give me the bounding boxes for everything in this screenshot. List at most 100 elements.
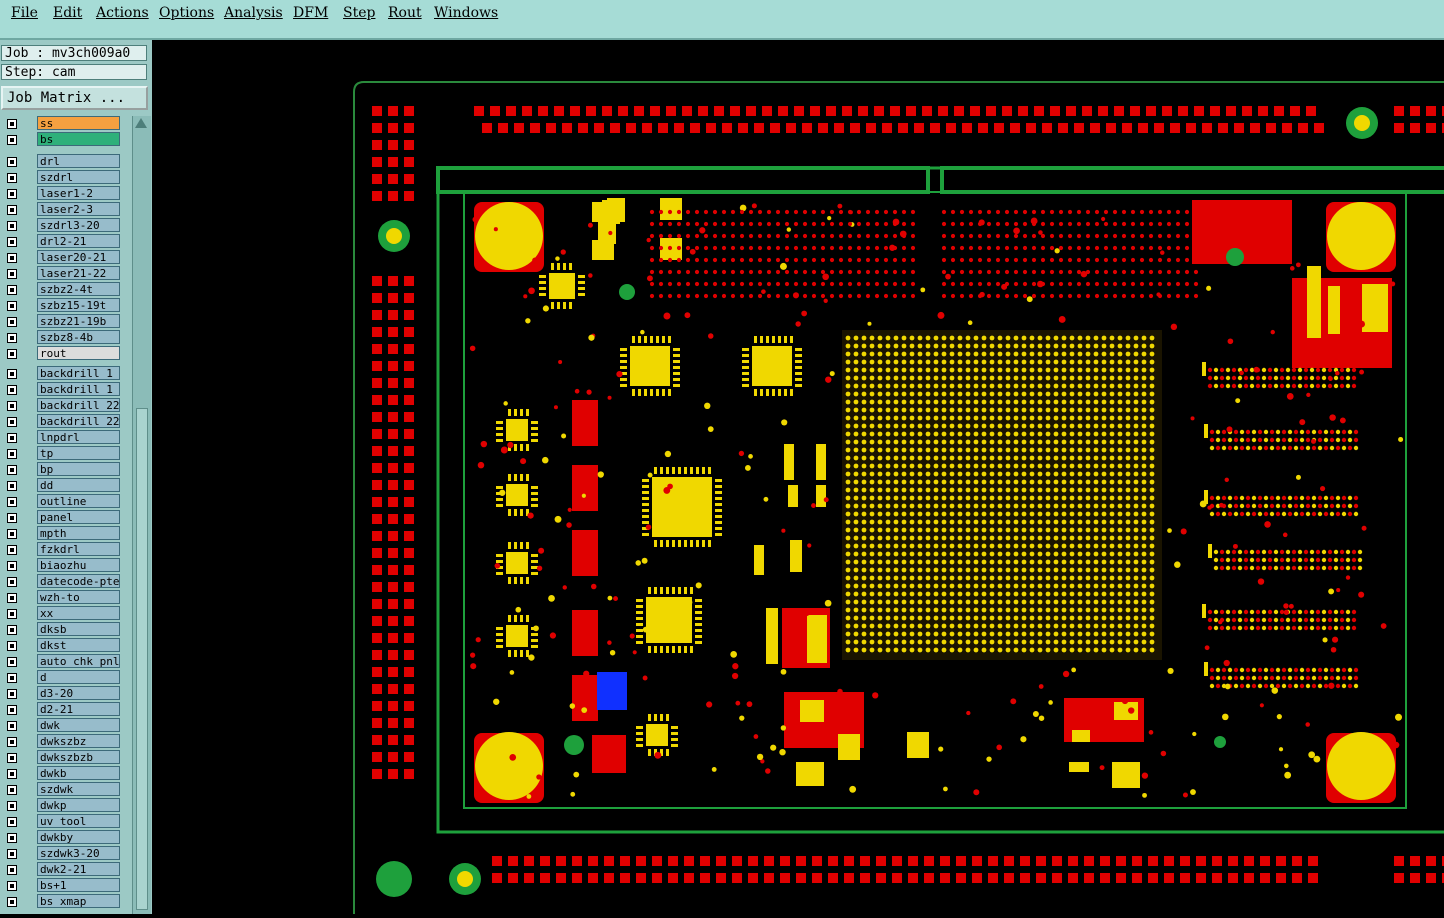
layer-name[interactable]: mpth <box>37 526 120 540</box>
layer-name[interactable]: szbz8-4b <box>37 330 120 344</box>
layer-name[interactable]: szdwk <box>37 782 120 796</box>
layer-name[interactable]: rout <box>37 346 120 360</box>
menu-dfm[interactable]: DFM <box>293 5 328 21</box>
menu-actions[interactable]: Actions <box>96 5 149 21</box>
layer-checkbox[interactable] <box>7 449 17 459</box>
layer-row[interactable]: dwkp <box>0 798 124 814</box>
layer-checkbox[interactable] <box>7 641 17 651</box>
layer-row[interactable]: outline <box>0 494 124 510</box>
layer-row[interactable]: bs+1 <box>0 878 124 894</box>
layer-row[interactable]: mpth <box>0 526 124 542</box>
layer-row[interactable]: szdwk3-20 <box>0 846 124 862</box>
layer-checkbox[interactable] <box>7 157 17 167</box>
layer-name[interactable]: backdrill_1_ <box>37 382 120 396</box>
layer-checkbox[interactable] <box>7 385 17 395</box>
layer-name[interactable]: szdrl3-20 <box>37 218 120 232</box>
layer-name[interactable]: uv_tool <box>37 814 120 828</box>
layer-row[interactable]: szbz8-4b <box>0 330 124 346</box>
layer-checkbox[interactable] <box>7 801 17 811</box>
graphics-canvas[interactable] <box>152 40 1444 914</box>
layer-checkbox[interactable] <box>7 317 17 327</box>
scroll-up-arrow-icon[interactable] <box>135 118 147 128</box>
layer-name[interactable]: laser1-2 <box>37 186 120 200</box>
layer-row[interactable]: d3-20 <box>0 686 124 702</box>
layer-checkbox[interactable] <box>7 349 17 359</box>
layer-name[interactable]: laser2-3 <box>37 202 120 216</box>
layer-row[interactable]: szdrl <box>0 170 124 186</box>
layer-row[interactable]: dwkby <box>0 830 124 846</box>
layer-row[interactable]: laser20-21 <box>0 250 124 266</box>
layer-row[interactable]: dd <box>0 478 124 494</box>
layer-name[interactable]: backdrill_22 <box>37 414 120 428</box>
layer-checkbox[interactable] <box>7 301 17 311</box>
layer-row[interactable]: szbz2-4t <box>0 282 124 298</box>
layer-row[interactable]: laser21-22 <box>0 266 124 282</box>
layer-checkbox[interactable] <box>7 721 17 731</box>
job-matrix-button[interactable]: Job Matrix ... <box>1 86 148 110</box>
layer-name[interactable]: xx <box>37 606 120 620</box>
layer-row[interactable]: uv_tool <box>0 814 124 830</box>
layer-name[interactable]: drl <box>37 154 120 168</box>
layer-name[interactable]: bs_xmap <box>37 894 120 908</box>
layer-checkbox[interactable] <box>7 173 17 183</box>
layer-row[interactable]: rout <box>0 346 124 362</box>
layer-name[interactable]: szbz15-19t <box>37 298 120 312</box>
layer-row[interactable]: szbz15-19t <box>0 298 124 314</box>
layer-checkbox[interactable] <box>7 433 17 443</box>
layer-checkbox[interactable] <box>7 625 17 635</box>
layer-name[interactable]: dwk2-21 <box>37 862 120 876</box>
layer-row[interactable]: drl <box>0 154 124 170</box>
layer-name[interactable]: dwkb <box>37 766 120 780</box>
layer-name[interactable]: dwk <box>37 718 120 732</box>
layer-checkbox[interactable] <box>7 205 17 215</box>
layer-checkbox[interactable] <box>7 189 17 199</box>
layer-row[interactable]: bp <box>0 462 124 478</box>
layer-row[interactable]: backdrill_1_ <box>0 366 124 382</box>
layer-row[interactable]: dwkszbz <box>0 734 124 750</box>
layer-name[interactable]: wzh-to <box>37 590 120 604</box>
layer-checkbox[interactable] <box>7 285 17 295</box>
layer-row[interactable]: dkst <box>0 638 124 654</box>
layer-name[interactable]: dwkby <box>37 830 120 844</box>
layer-checkbox[interactable] <box>7 817 17 827</box>
layer-name[interactable]: bs <box>37 132 120 146</box>
layer-checkbox[interactable] <box>7 333 17 343</box>
layer-name[interactable]: dkst <box>37 638 120 652</box>
layer-name[interactable]: tp <box>37 446 120 460</box>
layer-name[interactable]: ss <box>37 116 120 130</box>
menu-file[interactable]: File <box>11 5 38 21</box>
layer-row[interactable]: laser1-2 <box>0 186 124 202</box>
layer-checkbox[interactable] <box>7 769 17 779</box>
layer-row[interactable]: datecode-pte <box>0 574 124 590</box>
layer-name[interactable]: backdrill_22 <box>37 398 120 412</box>
layer-row[interactable]: auto_chk_pnl <box>0 654 124 670</box>
layer-row[interactable]: xx <box>0 606 124 622</box>
layer-list-scrollbar[interactable] <box>132 116 151 914</box>
layer-row[interactable]: szdwk <box>0 782 124 798</box>
layer-name[interactable]: backdrill_1_ <box>37 366 120 380</box>
layer-row[interactable]: szdrl3-20 <box>0 218 124 234</box>
pcb-board-view[interactable] <box>152 40 1444 914</box>
layer-name[interactable]: fzkdrl <box>37 542 120 556</box>
layer-checkbox[interactable] <box>7 689 17 699</box>
layer-row[interactable]: szbz21-19b <box>0 314 124 330</box>
layer-row[interactable]: dwkszbzb <box>0 750 124 766</box>
layer-checkbox[interactable] <box>7 673 17 683</box>
layer-name[interactable]: biaozhu <box>37 558 120 572</box>
layer-checkbox[interactable] <box>7 237 17 247</box>
layer-row[interactable]: backdrill_1_ <box>0 382 124 398</box>
layer-checkbox[interactable] <box>7 545 17 555</box>
layer-row[interactable]: d2-21 <box>0 702 124 718</box>
layer-row[interactable]: tp <box>0 446 124 462</box>
layer-checkbox[interactable] <box>7 609 17 619</box>
layer-checkbox[interactable] <box>7 119 17 129</box>
layer-checkbox[interactable] <box>7 253 17 263</box>
layer-name[interactable]: dwkp <box>37 798 120 812</box>
layer-row[interactable]: ss <box>0 116 124 132</box>
layer-name[interactable]: drl2-21 <box>37 234 120 248</box>
layer-checkbox[interactable] <box>7 481 17 491</box>
layer-row[interactable]: drl2-21 <box>0 234 124 250</box>
layer-checkbox[interactable] <box>7 135 17 145</box>
layer-row[interactable]: dwk2-21 <box>0 862 124 878</box>
layer-name[interactable]: szdrl <box>37 170 120 184</box>
